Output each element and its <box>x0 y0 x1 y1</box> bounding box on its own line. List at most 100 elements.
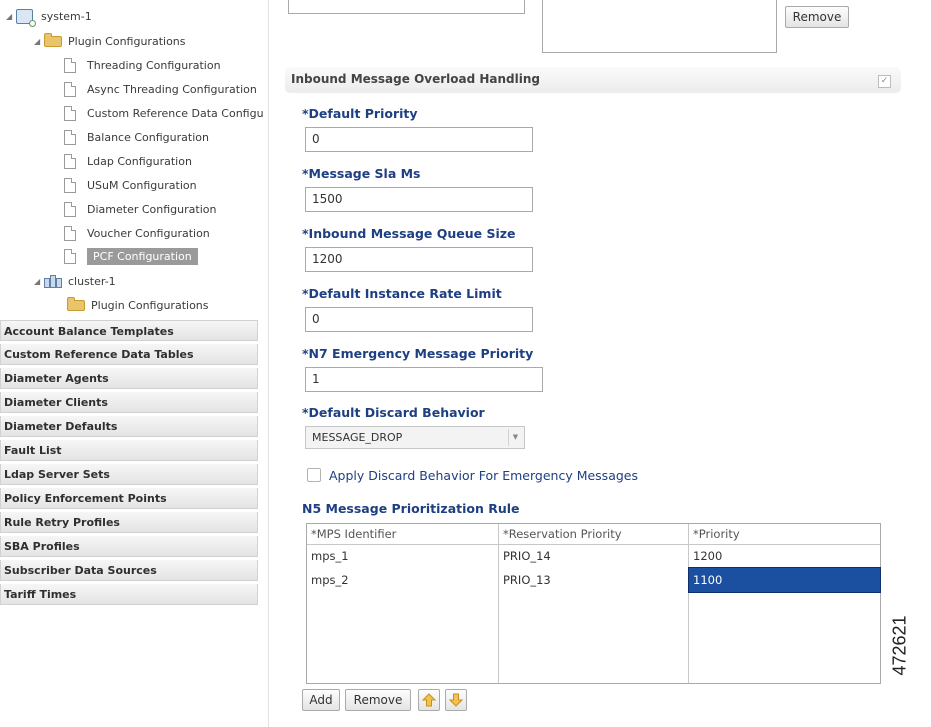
n7-priority-input[interactable]: 1 <box>305 367 543 392</box>
default-priority-label: *Default Priority <box>302 106 418 121</box>
move-up-button[interactable] <box>418 689 440 711</box>
arrow-up-icon <box>422 693 436 707</box>
cell-mps-identifier[interactable]: mps_2 <box>307 568 498 592</box>
emergency-discard-option[interactable]: Apply Discard Behavior For Emergency Mes… <box>307 466 638 484</box>
figure-id: 472621 <box>890 600 931 690</box>
section-tariff-times[interactable]: Tariff Times <box>0 584 258 605</box>
column-header-priority[interactable]: *Priority <box>689 524 880 544</box>
section-account-balance-templates[interactable]: Account Balance Templates <box>0 320 258 341</box>
document-icon <box>64 129 76 145</box>
document-icon <box>64 153 76 169</box>
expand-arrow-icon[interactable]: ◢ <box>6 12 16 21</box>
tree-node-custom-reference[interactable]: Custom Reference Data Configu <box>64 103 264 123</box>
tree-label: Threading Configuration <box>87 58 221 72</box>
document-icon <box>64 57 76 73</box>
tree-node-voucher[interactable]: Voucher Configuration <box>64 223 210 243</box>
cell-reservation-priority[interactable]: PRIO_14 <box>499 544 688 568</box>
tree-node-ldap[interactable]: Ldap Configuration <box>64 151 192 171</box>
tree-node-cluster-plugins[interactable]: Plugin Configurations <box>67 295 209 315</box>
figure-id-text: 472621 <box>889 615 910 676</box>
cell-priority-selected[interactable]: 1100 <box>688 567 881 593</box>
section-subscriber-data-sources[interactable]: Subscriber Data Sources <box>0 560 258 581</box>
section-enable-checkbox[interactable]: ✓ <box>878 75 891 88</box>
top-list-box[interactable] <box>542 0 777 53</box>
table-row[interactable]: mps_1 PRIO_14 1200 <box>307 544 880 568</box>
dropdown-arrow-icon[interactable]: ▼ <box>508 429 522 446</box>
tree-label: Plugin Configurations <box>91 298 209 312</box>
section-custom-reference-data-tables[interactable]: Custom Reference Data Tables <box>0 344 258 365</box>
document-icon <box>64 177 76 193</box>
tree-label: Balance Configuration <box>87 130 209 144</box>
tree-node-usum[interactable]: USuM Configuration <box>64 175 197 195</box>
tree-label: Plugin Configurations <box>68 34 186 48</box>
tree-label: Async Threading Configuration <box>87 82 257 96</box>
system-icon <box>16 8 36 27</box>
tree-label: Diameter Configuration <box>87 202 217 216</box>
cell-priority[interactable]: 1200 <box>689 544 880 568</box>
section-sba-profiles[interactable]: SBA Profiles <box>0 536 258 557</box>
document-icon <box>64 81 76 97</box>
top-input-partial[interactable] <box>288 0 525 14</box>
queue-size-label: *Inbound Message Queue Size <box>302 226 516 241</box>
column-header-reservation-priority[interactable]: *Reservation Priority <box>499 524 688 544</box>
tree-label: USuM Configuration <box>87 178 197 192</box>
tree-label: Ldap Configuration <box>87 154 192 168</box>
message-sla-input[interactable]: 1500 <box>305 187 533 212</box>
cell-mps-identifier[interactable]: mps_1 <box>307 544 498 568</box>
discard-behavior-select[interactable]: MESSAGE_DROP ▼ <box>305 426 525 449</box>
document-icon <box>64 248 76 264</box>
folder-open-icon <box>67 296 85 311</box>
section-fault-list[interactable]: Fault List <box>0 440 258 461</box>
expand-arrow-icon[interactable]: ◢ <box>34 277 44 286</box>
tree-node-cluster[interactable]: ◢ cluster-1 <box>34 271 116 291</box>
section-ldap-server-sets[interactable]: Ldap Server Sets <box>0 464 258 485</box>
tree-label: system-1 <box>41 9 92 23</box>
cell-reservation-priority[interactable]: PRIO_13 <box>499 568 688 592</box>
section-diameter-agents[interactable]: Diameter Agents <box>0 368 258 389</box>
tree-label: Voucher Configuration <box>87 226 210 240</box>
tree-node-plugin-configurations[interactable]: ◢ Plugin Configurations <box>34 31 186 51</box>
message-sla-label: *Message Sla Ms <box>302 166 421 181</box>
document-icon <box>64 105 76 121</box>
default-priority-input[interactable]: 0 <box>305 127 533 152</box>
remove-row-button[interactable]: Remove <box>345 689 411 711</box>
cluster-icon <box>44 274 62 288</box>
tree-node-balance[interactable]: Balance Configuration <box>64 127 209 147</box>
section-diameter-clients[interactable]: Diameter Clients <box>0 392 258 413</box>
column-header-mps-identifier[interactable]: *MPS Identifier <box>307 524 498 544</box>
folder-open-icon <box>44 32 62 47</box>
prioritization-rule-table[interactable]: *MPS Identifier *Reservation Priority *P… <box>306 523 881 684</box>
top-remove-button[interactable]: Remove <box>785 6 849 28</box>
queue-size-input[interactable]: 1200 <box>305 247 533 272</box>
emergency-discard-checkbox[interactable] <box>307 468 321 482</box>
discard-behavior-value: MESSAGE_DROP <box>312 431 403 444</box>
tree-node-threading[interactable]: Threading Configuration <box>64 55 221 75</box>
section-diameter-defaults[interactable]: Diameter Defaults <box>0 416 258 437</box>
table-row[interactable]: mps_2 PRIO_13 1100 <box>307 567 881 593</box>
expand-arrow-icon[interactable]: ◢ <box>34 37 44 46</box>
left-navigation: ◢ system-1 ◢ Plugin Configurations Threa… <box>0 0 264 727</box>
add-row-button[interactable]: Add <box>302 689 340 711</box>
document-icon <box>64 225 76 241</box>
tree-node-async-threading[interactable]: Async Threading Configuration <box>64 79 257 99</box>
document-icon <box>64 201 76 217</box>
rate-limit-input[interactable]: 0 <box>305 307 533 332</box>
arrow-down-icon <box>449 693 463 707</box>
tree-label-selected: PCF Configuration <box>87 247 198 265</box>
tree-node-pcf[interactable]: PCF Configuration <box>64 246 198 266</box>
overload-section-header[interactable]: Inbound Message Overload Handling ✓ <box>285 67 901 93</box>
section-policy-enforcement-points[interactable]: Policy Enforcement Points <box>0 488 258 509</box>
tree-label: Custom Reference Data Configu <box>87 106 264 120</box>
emergency-discard-label: Apply Discard Behavior For Emergency Mes… <box>329 467 638 483</box>
n7-priority-label: *N7 Emergency Message Priority <box>302 346 534 361</box>
panel-divider[interactable] <box>268 0 269 727</box>
section-rule-retry-profiles[interactable]: Rule Retry Profiles <box>0 512 258 533</box>
tree-node-system[interactable]: ◢ system-1 <box>6 6 92 27</box>
move-down-button[interactable] <box>445 689 467 711</box>
discard-behavior-label: *Default Discard Behavior <box>302 405 485 420</box>
rate-limit-label: *Default Instance Rate Limit <box>302 286 502 301</box>
tree-node-diameter[interactable]: Diameter Configuration <box>64 199 216 219</box>
prioritization-rule-title: N5 Message Prioritization Rule <box>302 501 520 516</box>
tree-label: cluster-1 <box>68 274 116 288</box>
overload-section-title: Inbound Message Overload Handling <box>291 72 540 86</box>
